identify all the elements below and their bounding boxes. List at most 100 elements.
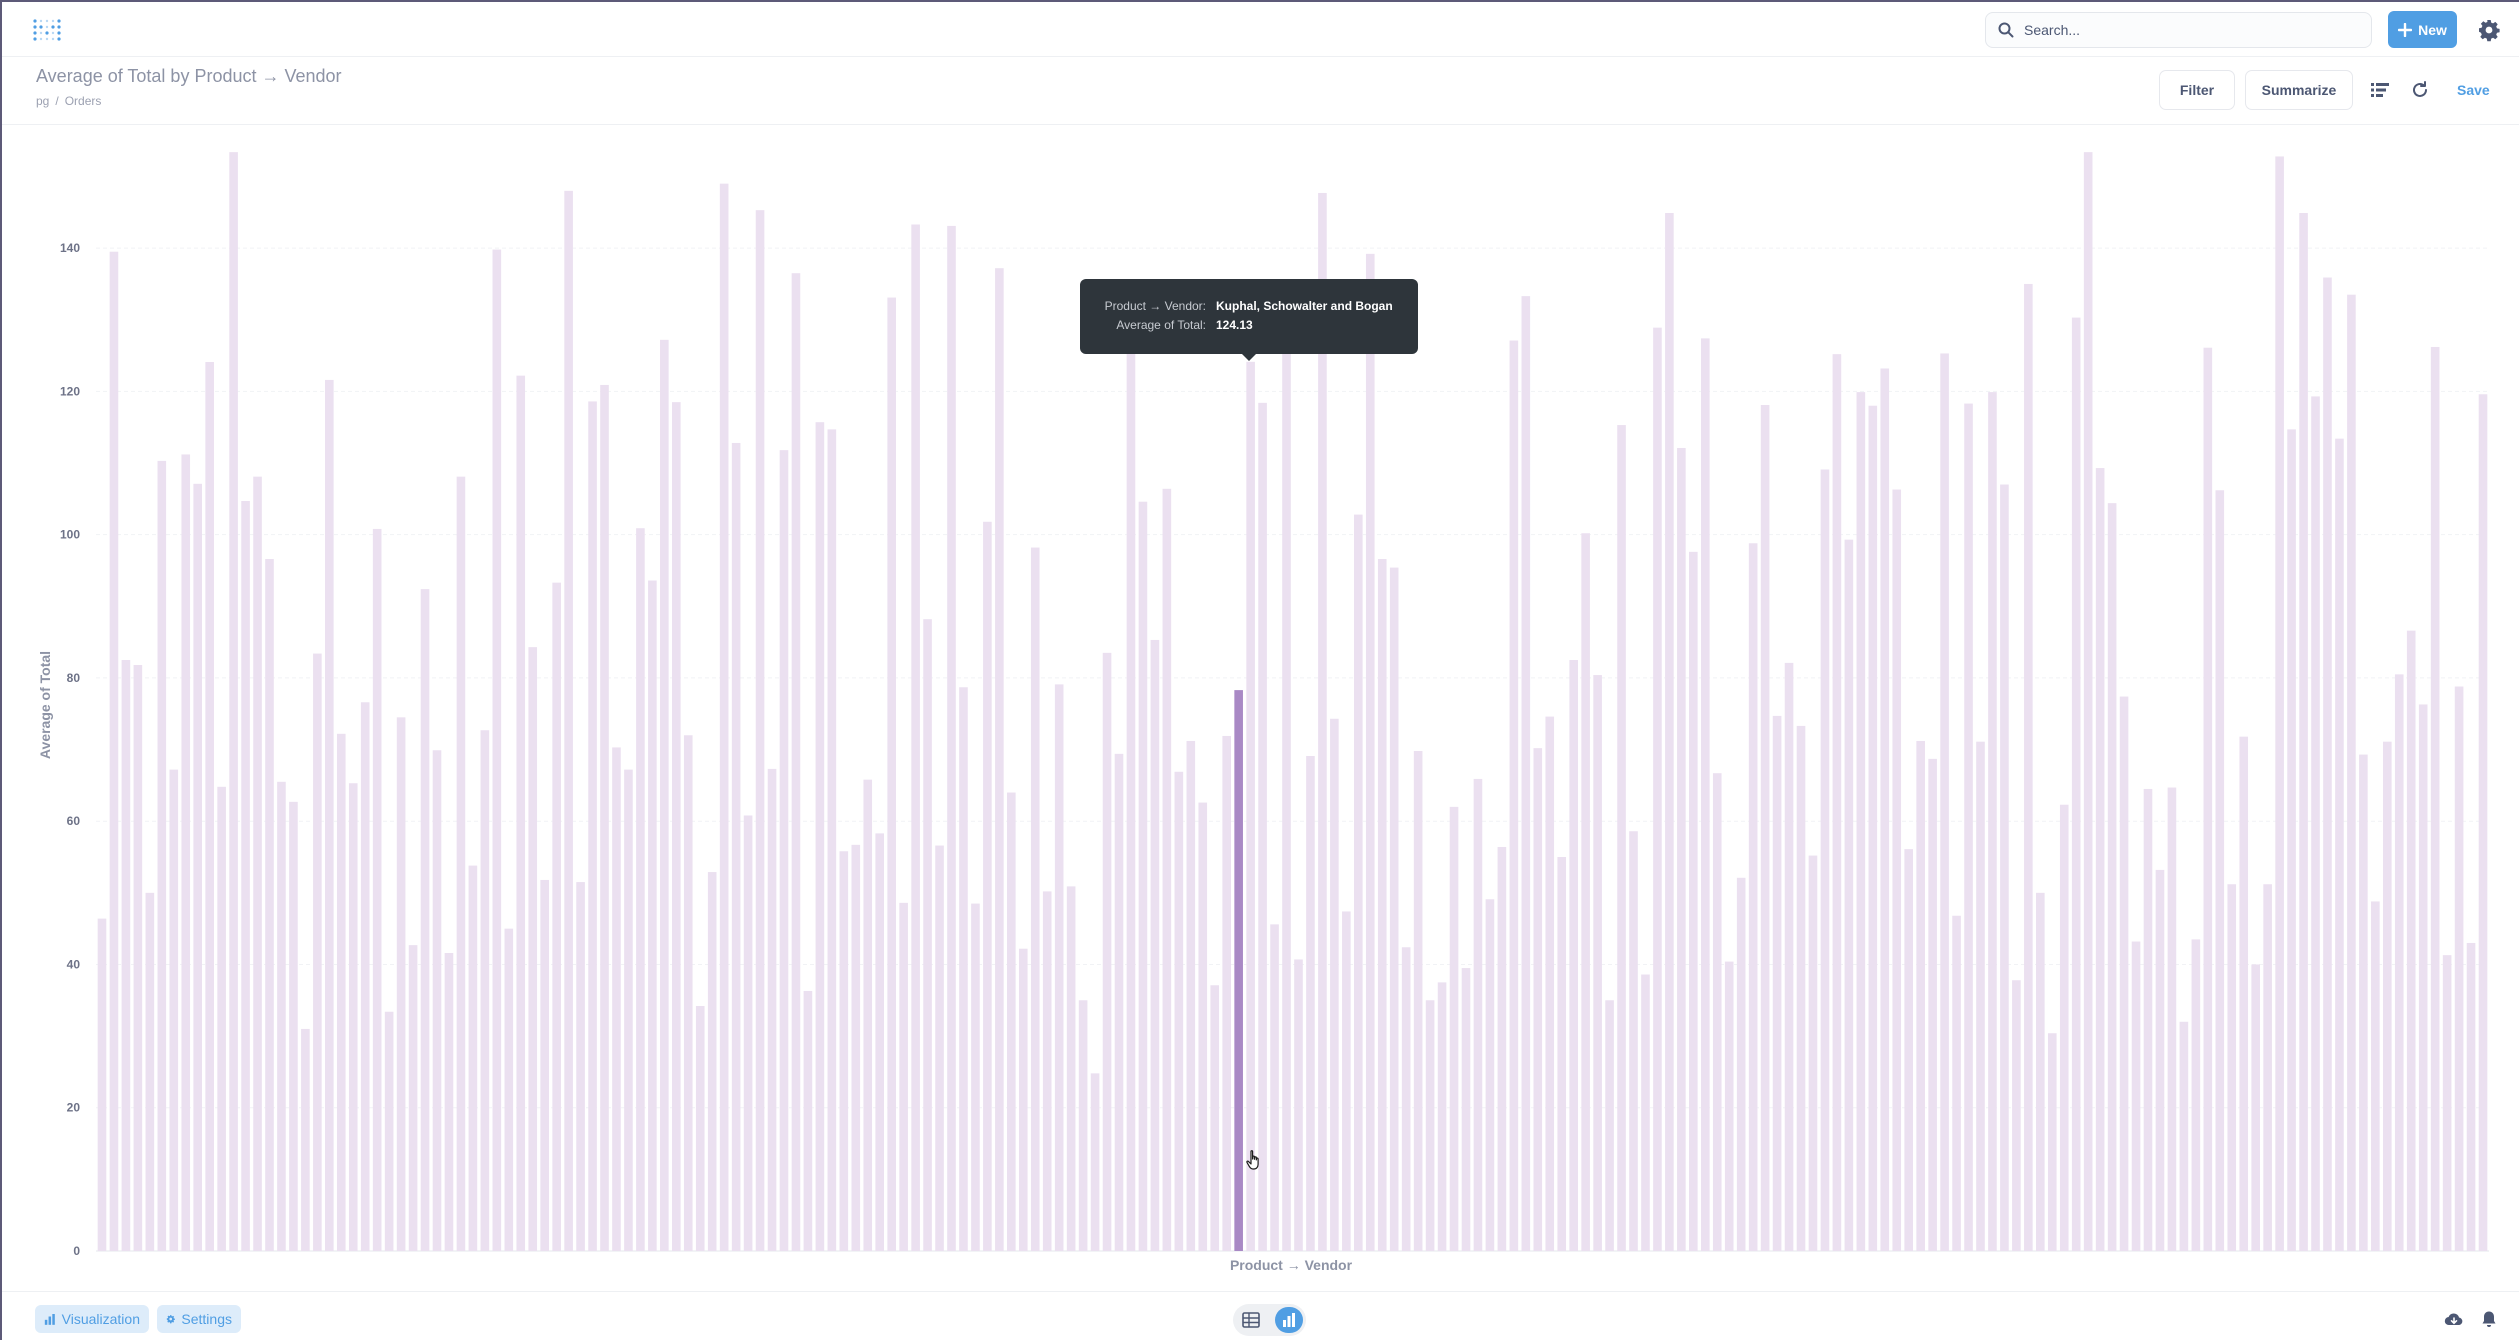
- bar[interactable]: [157, 460, 167, 1251]
- bar[interactable]: [121, 660, 131, 1251]
- bar[interactable]: [1150, 639, 1160, 1251]
- bar[interactable]: [2371, 901, 2380, 1251]
- bar[interactable]: [1772, 715, 1782, 1251]
- bar[interactable]: [1569, 660, 1578, 1251]
- bar[interactable]: [2287, 429, 2296, 1251]
- bar[interactable]: [899, 902, 908, 1251]
- bar[interactable]: [815, 422, 825, 1251]
- bar[interactable]: [1473, 778, 1483, 1251]
- bar[interactable]: [289, 801, 298, 1251]
- bar[interactable]: [935, 845, 944, 1251]
- bar[interactable]: [1425, 1000, 1435, 1251]
- bar[interactable]: [1736, 877, 1746, 1251]
- bar[interactable]: [1784, 662, 1794, 1251]
- bar-highlighted[interactable]: [1234, 690, 1243, 1251]
- bar[interactable]: [1306, 756, 1315, 1251]
- bar[interactable]: [707, 872, 717, 1251]
- bar[interactable]: [1330, 718, 1339, 1251]
- bar[interactable]: [576, 882, 585, 1251]
- bar[interactable]: [2299, 213, 2308, 1251]
- bar[interactable]: [2083, 152, 2093, 1251]
- bar[interactable]: [2047, 1033, 2057, 1251]
- bar[interactable]: [1282, 319, 1291, 1251]
- bar[interactable]: [2323, 277, 2332, 1251]
- bar[interactable]: [1605, 1000, 1614, 1251]
- bar[interactable]: [1042, 891, 1052, 1251]
- bar[interactable]: [1868, 405, 1878, 1252]
- bar[interactable]: [1748, 543, 1758, 1251]
- bar[interactable]: [1653, 327, 1662, 1251]
- bar[interactable]: [336, 733, 346, 1251]
- gear-icon[interactable]: [2477, 18, 2501, 42]
- bar[interactable]: [1808, 855, 1818, 1251]
- bar[interactable]: [743, 815, 753, 1251]
- bar[interactable]: [791, 273, 801, 1251]
- bar[interactable]: [552, 582, 561, 1251]
- bar[interactable]: [2024, 283, 2033, 1251]
- bar[interactable]: [2335, 438, 2344, 1251]
- bar[interactable]: [1916, 740, 1925, 1251]
- bar[interactable]: [2311, 396, 2320, 1251]
- bar[interactable]: [1940, 353, 1949, 1251]
- bar[interactable]: [1114, 753, 1124, 1251]
- bar[interactable]: [1533, 748, 1543, 1251]
- bar[interactable]: [301, 1028, 310, 1251]
- bar[interactable]: [971, 903, 980, 1251]
- bar[interactable]: [1090, 1073, 1100, 1251]
- bar[interactable]: [887, 297, 896, 1251]
- bar[interactable]: [1856, 392, 1866, 1251]
- bar[interactable]: [444, 953, 454, 1251]
- bar[interactable]: [432, 750, 442, 1251]
- breadcrumb-table[interactable]: Orders: [65, 94, 102, 108]
- bar[interactable]: [372, 528, 382, 1251]
- bar[interactable]: [456, 476, 466, 1251]
- save-button[interactable]: Save: [2457, 82, 2490, 98]
- bar[interactable]: [1174, 771, 1184, 1251]
- bar[interactable]: [1389, 567, 1399, 1251]
- bar[interactable]: [1449, 806, 1459, 1251]
- bar[interactable]: [1007, 792, 1016, 1251]
- visualization-button[interactable]: Visualization: [35, 1305, 149, 1333]
- bar[interactable]: [683, 735, 693, 1251]
- bar[interactable]: [2191, 939, 2201, 1251]
- chart-view-button[interactable]: [1275, 1307, 1303, 1333]
- bar[interactable]: [1928, 758, 1937, 1251]
- bar[interactable]: [1126, 339, 1136, 1251]
- bar[interactable]: [181, 454, 191, 1251]
- bar[interactable]: [97, 918, 107, 1251]
- bell-icon[interactable]: [2481, 1310, 2497, 1328]
- refresh-icon[interactable]: [2408, 78, 2432, 102]
- bar[interactable]: [648, 580, 657, 1251]
- bar[interactable]: [1844, 539, 1854, 1251]
- bar[interactable]: [2239, 736, 2249, 1251]
- bar[interactable]: [2131, 941, 2141, 1251]
- bar[interactable]: [1365, 253, 1375, 1252]
- bar[interactable]: [875, 833, 885, 1251]
- bar[interactable]: [1677, 447, 1686, 1252]
- bar[interactable]: [1030, 547, 1040, 1251]
- bar[interactable]: [1222, 735, 1231, 1251]
- bar[interactable]: [2203, 347, 2213, 1251]
- bar[interactable]: [839, 851, 849, 1251]
- bar[interactable]: [229, 152, 238, 1251]
- bar[interactable]: [1413, 750, 1423, 1251]
- page-title[interactable]: Average of Total by Product → Vendor: [36, 66, 342, 87]
- bar[interactable]: [2359, 754, 2368, 1251]
- bar[interactable]: [313, 653, 322, 1251]
- bar[interactable]: [2394, 674, 2404, 1251]
- bar[interactable]: [1270, 924, 1279, 1251]
- bar[interactable]: [1593, 675, 1602, 1251]
- bar[interactable]: [1880, 368, 1890, 1252]
- bar[interactable]: [2107, 503, 2117, 1251]
- bar[interactable]: [217, 786, 226, 1251]
- bar[interactable]: [325, 379, 334, 1251]
- bar[interactable]: [384, 1011, 394, 1251]
- bar[interactable]: [1521, 296, 1531, 1251]
- bar[interactable]: [564, 190, 573, 1251]
- bar[interactable]: [1952, 915, 1961, 1251]
- bar[interactable]: [612, 747, 621, 1251]
- bar[interactable]: [1138, 501, 1148, 1252]
- bar[interactable]: [2454, 686, 2464, 1251]
- summarize-button[interactable]: Summarize: [2245, 70, 2353, 110]
- bar[interactable]: [348, 783, 358, 1251]
